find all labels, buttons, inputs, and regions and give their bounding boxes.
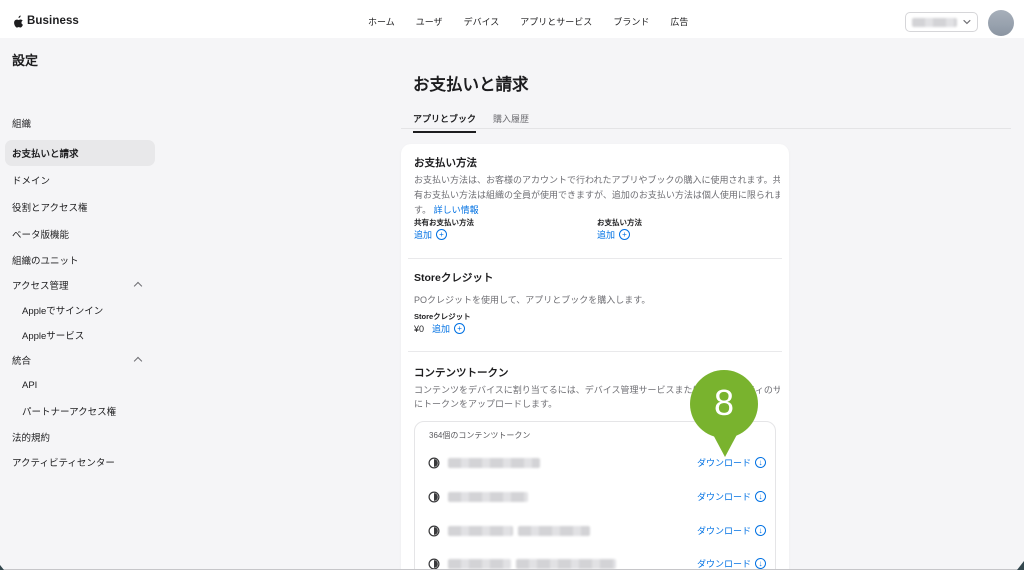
top-nav: Business ホーム ユーザ デバイス アプリとサービス ブランド 広告 <box>0 0 1024 38</box>
plus-circle-icon: + <box>436 229 447 240</box>
plus-circle-icon: + <box>619 229 630 240</box>
add-shared-payment-button[interactable]: 追加 + <box>414 228 447 241</box>
token-icon <box>427 524 441 538</box>
sidebar-item-roles-access[interactable]: 役割とアクセス権 <box>5 194 155 220</box>
sidebar-item-legal-terms[interactable]: 法的規約 <box>5 424 155 450</box>
payment-description-line2: 有お支払い方法は組織の全員が使用できますが、追加のお支払い方法は個人使用に限られ… <box>414 188 780 201</box>
add-store-credit-button[interactable]: 追加 + <box>432 322 465 335</box>
sidebar-item-org-units[interactable]: 組織のユニット <box>5 247 155 273</box>
nav-item-brand[interactable]: ブランド <box>613 15 649 28</box>
payment-description-line1: お支払い方法は、お客様のアカウントで行われたアプリやブックの購入に使用されます。… <box>414 173 780 186</box>
download-circle-icon: ↓ <box>755 491 766 502</box>
nav-item-users[interactable]: ユーザ <box>416 15 443 28</box>
chevron-down-icon <box>963 19 971 25</box>
token-row: ダウンロード ↓ <box>415 485 777 509</box>
plus-circle-icon: + <box>454 323 465 334</box>
token-icon <box>427 557 441 570</box>
step-annotation-badge: 8 <box>690 370 758 438</box>
nav-item-home[interactable]: ホーム <box>368 15 395 28</box>
payment-description-line3: す。 詳しい情報 <box>414 203 780 216</box>
payment-methods-heading: お支払い方法 <box>414 155 477 170</box>
store-credit-heading: Storeクレジット <box>414 270 493 285</box>
billing-card: お支払い方法 お支払い方法は、お客様のアカウントで行われたアプリやブックの購入に… <box>401 144 789 570</box>
avatar[interactable] <box>988 10 1014 36</box>
section-divider <box>408 351 782 352</box>
tab-divider <box>401 128 1011 129</box>
token-icon <box>427 490 441 504</box>
page-title: お支払いと請求 <box>413 71 529 95</box>
store-credit-amount: ¥0 <box>414 324 424 334</box>
redacted-token-name <box>448 492 528 502</box>
chevron-up-icon <box>134 282 142 290</box>
nav-item-devices[interactable]: デバイス <box>464 15 500 28</box>
redacted-account-name <box>912 18 957 27</box>
primary-nav: ホーム ユーザ デバイス アプリとサービス ブランド 広告 <box>368 8 688 34</box>
chevron-up-icon <box>134 357 142 365</box>
section-divider <box>408 258 782 259</box>
nav-item-apps-services[interactable]: アプリとサービス <box>520 15 592 28</box>
apple-logo-icon <box>13 15 24 28</box>
download-circle-icon: ↓ <box>755 457 766 468</box>
sidebar-item-organization[interactable]: 組織 <box>5 110 155 136</box>
download-circle-icon: ↓ <box>755 525 766 536</box>
store-credit-description: POクレジットを使用して、アプリとブックを購入します。 <box>414 293 780 306</box>
sidebar-item-apple-services[interactable]: Appleサービス <box>5 322 155 348</box>
learn-more-link[interactable]: 詳しい情報 <box>434 205 479 215</box>
add-payment-button[interactable]: 追加 + <box>597 228 630 241</box>
app-window: Business ホーム ユーザ デバイス アプリとサービス ブランド 広告 設… <box>0 0 1024 576</box>
sidebar-item-beta-features[interactable]: ベータ版機能 <box>5 221 155 247</box>
nav-item-ads[interactable]: 広告 <box>670 15 688 28</box>
tab-purchase-history[interactable]: 購入履歴 <box>493 112 529 133</box>
sidebar-item-api[interactable]: API <box>5 372 155 398</box>
store-credit-label: Storeクレジット <box>414 311 471 322</box>
sidebar-item-sign-in-with-apple[interactable]: Appleでサインイン <box>5 297 155 323</box>
redacted-token-name <box>448 559 616 569</box>
additional-payment-label: お支払い方法 <box>597 217 642 228</box>
token-count-label: 364個のコンテンツトークン <box>429 430 530 441</box>
token-icon <box>427 456 441 470</box>
download-link[interactable]: ダウンロード ↓ <box>697 456 766 469</box>
download-link[interactable]: ダウンロード ↓ <box>697 490 766 503</box>
sidebar-item-integrations[interactable]: 統合 <box>5 347 155 373</box>
content-tokens-heading: コンテンツトークン <box>414 365 509 380</box>
annotation-number: 8 <box>714 382 734 424</box>
shared-payment-label: 共有お支払い方法 <box>414 217 474 228</box>
account-switcher[interactable] <box>905 12 978 32</box>
token-row: ダウンロード ↓ <box>415 451 777 475</box>
store-credit-amount-row: ¥0 追加 + <box>414 322 465 335</box>
sidebar-heading: 設定 <box>12 50 38 69</box>
page: Business ホーム ユーザ デバイス アプリとサービス ブランド 広告 設… <box>0 0 1024 570</box>
sidebar-item-access-management[interactable]: アクセス管理 <box>5 272 155 298</box>
brand-name: Business <box>27 15 79 27</box>
redacted-token-name <box>448 526 590 536</box>
redacted-token-name <box>448 458 540 468</box>
token-row: ダウンロード ↓ <box>415 552 777 570</box>
sidebar-item-activity-center[interactable]: アクティビティセンター <box>5 449 155 475</box>
sidebar-item-domains[interactable]: ドメイン <box>5 167 155 193</box>
tab-apps-books[interactable]: アプリとブック <box>413 112 476 133</box>
download-circle-icon: ↓ <box>755 558 766 569</box>
token-row: ダウンロード ↓ <box>415 519 777 543</box>
download-link[interactable]: ダウンロード ↓ <box>697 524 766 537</box>
download-link[interactable]: ダウンロード ↓ <box>697 557 766 570</box>
sidebar-item-payments-billing[interactable]: お支払いと請求 <box>5 140 155 166</box>
sidebar-item-partner-access[interactable]: パートナーアクセス権 <box>5 398 155 424</box>
tab-bar: アプリとブック 購入履歴 <box>413 112 529 133</box>
brand-logo[interactable]: Business <box>13 0 79 38</box>
